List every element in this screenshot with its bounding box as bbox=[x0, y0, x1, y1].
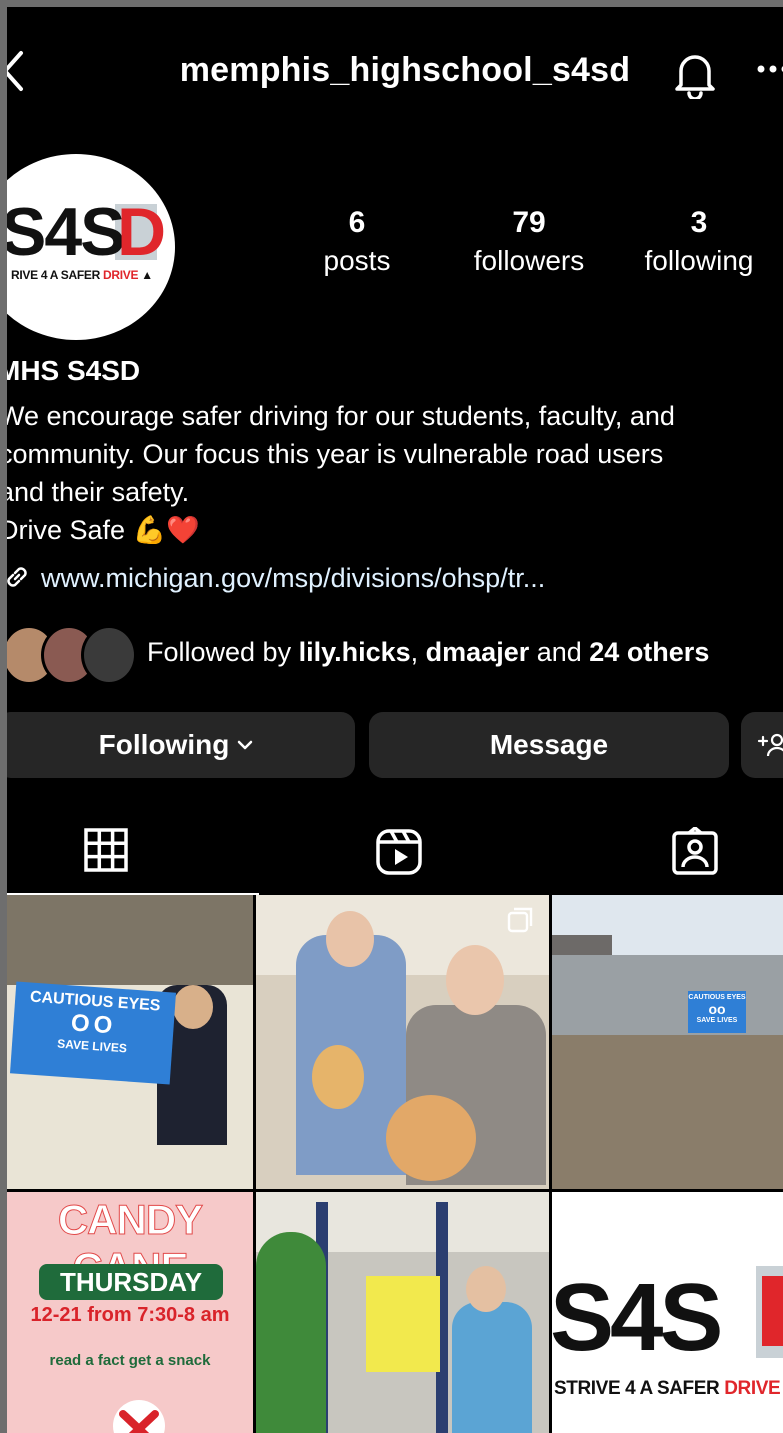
followed-by-prefix: Followed by bbox=[147, 637, 299, 667]
stat-posts[interactable]: 6 posts bbox=[307, 205, 407, 281]
grass bbox=[552, 1035, 783, 1189]
student-face bbox=[446, 945, 504, 1015]
multiple-posts-icon bbox=[507, 907, 533, 933]
reels-icon[interactable] bbox=[375, 827, 425, 877]
following-button[interactable]: Following bbox=[7, 712, 355, 778]
bio-line: community. Our focus this year is vulner… bbox=[7, 439, 664, 469]
post-thumbnail[interactable] bbox=[256, 895, 549, 1189]
profile-screen: memphis_highschool_s4sd S4S D RIVE 4 A S… bbox=[7, 7, 783, 1433]
bio-line: and their safety. bbox=[7, 477, 190, 507]
more-icon[interactable] bbox=[755, 59, 783, 79]
candy-cane-fact: read a fact get a snack bbox=[49, 1352, 211, 1369]
student-face bbox=[466, 1266, 506, 1312]
grid-icon[interactable] bbox=[83, 827, 133, 877]
logo-accent-block bbox=[756, 1266, 783, 1358]
profile-avatar[interactable]: S4S D RIVE 4 A SAFER DRIVE ▲ bbox=[7, 154, 175, 340]
stat-posts-count: 6 bbox=[348, 206, 366, 239]
candy-cane-icon bbox=[113, 1400, 165, 1433]
add-person-button[interactable] bbox=[741, 712, 783, 778]
followed-by-others[interactable]: 24 others bbox=[589, 637, 709, 667]
candy-cane-day: THURSDAY bbox=[39, 1264, 223, 1300]
avatar-logo-tagline: RIVE 4 A SAFER DRIVE ▲ bbox=[11, 268, 153, 282]
sign-title: CAUTIOUS EYES bbox=[688, 994, 746, 1001]
stat-following-label: following bbox=[644, 245, 754, 276]
followed-by-and: and bbox=[529, 637, 590, 667]
stat-posts-label: posts bbox=[323, 245, 391, 276]
student-face bbox=[326, 911, 374, 967]
s4sd-logo-tagline: STRIVE 4 A SAFER DRIVE bbox=[554, 1378, 781, 1400]
cautious-eyes-sign: CAUTIOUS EYES oo SAVE LIVES bbox=[688, 991, 746, 1033]
candy-cane-time: 12-21 from 7:30-8 am bbox=[30, 1304, 230, 1326]
followed-by-text: Followed by lily.hicks, dmaajer and 24 o… bbox=[147, 637, 709, 668]
avatar-tagline-right: DRIVE bbox=[102, 268, 139, 282]
bell-icon[interactable] bbox=[671, 47, 719, 99]
avatar-logo-mark: S4S bbox=[7, 194, 126, 270]
stat-following-count: 3 bbox=[690, 206, 708, 239]
followed-by-separator: , bbox=[410, 637, 426, 667]
bio-line: Drive Safe 💪❤️ bbox=[7, 515, 200, 545]
top-bar: memphis_highschool_s4sd bbox=[7, 7, 783, 127]
big-tagline-left: STRIVE 4 A SAFER bbox=[554, 1378, 720, 1399]
big-tagline-right: DRIVE bbox=[724, 1378, 781, 1399]
buckle-up-poster bbox=[366, 1276, 440, 1372]
photo-frames bbox=[7, 895, 253, 985]
road bbox=[552, 955, 783, 1045]
bio: We encourage safer driving for our stude… bbox=[7, 397, 783, 549]
tagged-icon[interactable] bbox=[671, 827, 721, 877]
display-name: MHS S4SD bbox=[7, 355, 141, 386]
post-thumbnail[interactable]: CAUTIOUS EYES oo SAVE LIVES bbox=[552, 895, 783, 1189]
sign-subtitle: SAVE LIVES bbox=[696, 1017, 738, 1024]
bio-line: We encourage safer driving for our stude… bbox=[7, 401, 675, 431]
student-face bbox=[173, 985, 213, 1029]
bio-link-text[interactable]: www.michigan.gov/msp/divisions/ohsp/tr..… bbox=[41, 563, 545, 593]
follower-user-2[interactable]: dmaajer bbox=[426, 637, 530, 667]
post-thumbnail[interactable]: CAUTIOUS EYES OO SAVE LIVES bbox=[7, 895, 253, 1189]
follower-user-1[interactable]: lily.hicks bbox=[299, 637, 411, 667]
stat-following[interactable]: 3 following bbox=[629, 205, 769, 281]
dummy-head bbox=[386, 1095, 476, 1181]
add-person-icon bbox=[757, 733, 783, 757]
message-button[interactable]: Message bbox=[369, 712, 729, 778]
chevron-down-icon bbox=[238, 740, 253, 750]
profile-username: memphis_highschool_s4sd bbox=[179, 51, 631, 89]
cautious-eyes-sign: CAUTIOUS EYES OO SAVE LIVES bbox=[9, 981, 177, 1085]
post-thumbnail[interactable]: CANDY CANE THURSDAY 12-21 from 7:30-8 am… bbox=[7, 1192, 253, 1433]
link-icon bbox=[7, 567, 27, 587]
following-button-label: Following bbox=[98, 729, 230, 760]
s4sd-logo-mark: S4S bbox=[552, 1264, 723, 1371]
post-thumbnail[interactable]: S4S STRIVE 4 A SAFER DRIVE bbox=[552, 1192, 783, 1433]
student-figure bbox=[452, 1302, 532, 1433]
turtle-costume bbox=[256, 1232, 326, 1433]
stat-followers[interactable]: 79 followers bbox=[459, 205, 599, 281]
message-button-label: Message bbox=[489, 729, 609, 760]
sign-eyes: oo bbox=[708, 1001, 726, 1017]
dummy-head bbox=[312, 1045, 364, 1109]
avatar-logo-accent: D bbox=[117, 194, 167, 270]
followed-by-row[interactable]: Followed by lily.hicks, dmaajer and 24 o… bbox=[7, 625, 783, 685]
post-thumbnail[interactable] bbox=[256, 1192, 549, 1433]
follower-avatar bbox=[81, 625, 137, 685]
bio-link[interactable]: www.michigan.gov/msp/divisions/ohsp/tr..… bbox=[7, 563, 545, 594]
stat-followers-count: 79 bbox=[512, 206, 546, 239]
avatar-tagline-left: RIVE 4 A SAFER bbox=[11, 268, 100, 282]
stat-followers-label: followers bbox=[473, 245, 585, 276]
